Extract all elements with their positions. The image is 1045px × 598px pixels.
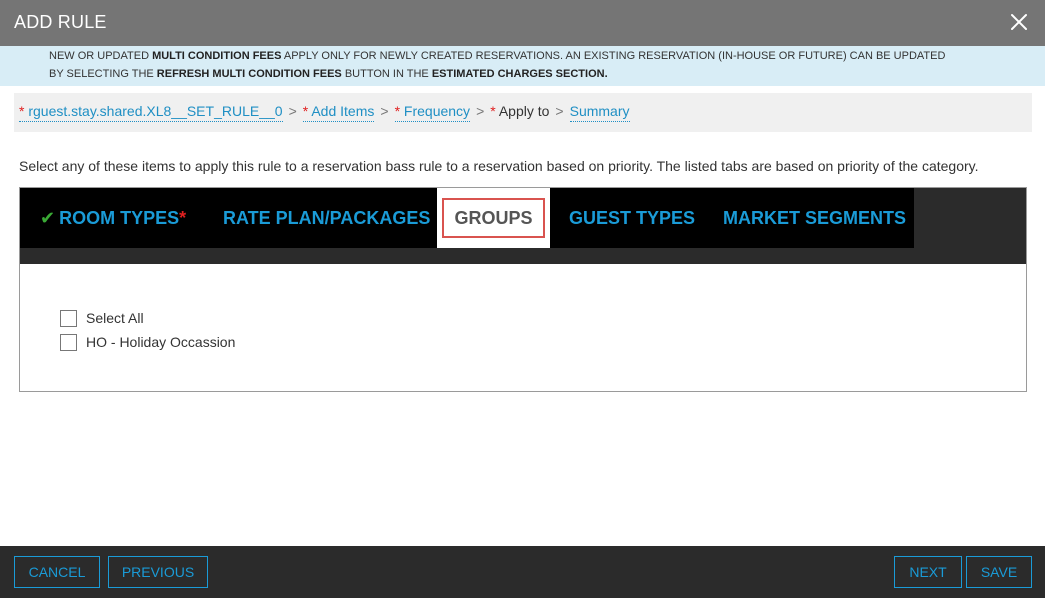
- category-tabs: ✔ ROOM TYPES* RATE PLAN/PACKAGES GROUPS G…: [20, 188, 914, 248]
- tab-rate-plan-packages[interactable]: RATE PLAN/PACKAGES: [223, 188, 430, 248]
- list-item-label: HO - Holiday Occassion: [86, 334, 236, 350]
- dialog-titlebar: ADD RULE: [0, 0, 1045, 46]
- breadcrumb-step-apply-to: * Apply to: [490, 103, 550, 119]
- close-icon[interactable]: [1009, 12, 1029, 32]
- holiday-occassion-checkbox[interactable]: [60, 333, 77, 351]
- breadcrumb: * rguest.stay.shared.XL8__SET_RULE__0 > * …: [14, 93, 1032, 132]
- banner-line-2: by selecting the refresh multi condition…: [49, 67, 608, 80]
- next-button[interactable]: NEXT: [894, 556, 962, 588]
- info-banner: New or updated multi condition fees appl…: [0, 46, 1045, 86]
- instruction-text: Select any of these items to apply this …: [19, 158, 979, 174]
- tab-guest-types[interactable]: GUEST TYPES: [569, 188, 695, 248]
- list-item[interactable]: HO - Holiday Occassion: [60, 330, 235, 354]
- select-all-label: Select All: [86, 310, 144, 326]
- dialog-title: ADD RULE: [14, 12, 107, 32]
- apply-to-panel: ✔ ROOM TYPES* RATE PLAN/PACKAGES GROUPS G…: [19, 187, 1027, 392]
- previous-button[interactable]: PREVIOUS: [108, 556, 208, 588]
- tab-room-types[interactable]: ✔ ROOM TYPES*: [40, 188, 186, 248]
- dialog-footer: CANCEL PREVIOUS NEXT SAVE: [0, 546, 1045, 598]
- select-all-checkbox[interactable]: [60, 309, 77, 327]
- tab-market-segments[interactable]: MARKET SEGMENTS: [723, 188, 906, 248]
- checkmark-icon: ✔: [40, 208, 56, 228]
- category-tabbar: ✔ ROOM TYPES* RATE PLAN/PACKAGES GROUPS G…: [20, 188, 1026, 264]
- group-options: Select All HO - Holiday Occassion: [60, 306, 235, 354]
- breadcrumb-step-add-items[interactable]: * Add Items: [302, 103, 375, 122]
- select-all-option[interactable]: Select All: [60, 306, 235, 330]
- banner-line-1: New or updated multi condition fees appl…: [49, 50, 946, 62]
- cancel-button[interactable]: CANCEL: [14, 556, 100, 588]
- breadcrumb-step-summary[interactable]: Summary: [569, 103, 630, 122]
- breadcrumb-step-frequency[interactable]: * Frequency: [394, 103, 471, 122]
- save-button[interactable]: SAVE: [966, 556, 1032, 588]
- tab-groups[interactable]: GROUPS: [437, 188, 550, 248]
- breadcrumb-step-rule-name[interactable]: * rguest.stay.shared.XL8__SET_RULE__0: [19, 103, 283, 122]
- tab-groups-label: GROUPS: [442, 198, 545, 238]
